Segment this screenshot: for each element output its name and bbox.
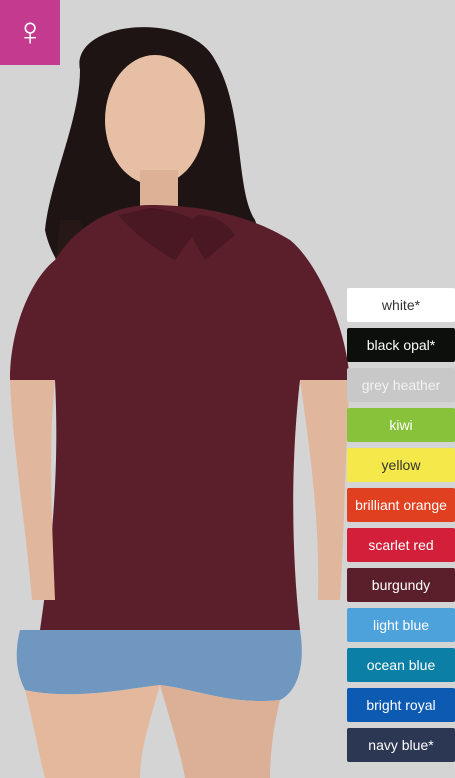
color-swatch[interactable]: navy blue* [347,728,455,762]
color-swatch[interactable]: white* [347,288,455,322]
female-symbol-icon: ♀ [0,0,60,65]
color-swatch[interactable]: grey heather [347,368,455,402]
color-swatch[interactable]: ocean blue [347,648,455,682]
color-swatch[interactable]: brilliant orange [347,488,455,522]
color-swatch[interactable]: black opal* [347,328,455,362]
color-swatch[interactable]: burgundy [347,568,455,602]
color-swatch[interactable]: light blue [347,608,455,642]
color-swatch[interactable]: yellow [347,448,455,482]
color-swatch-list: white* black opal* grey heather kiwi yellow b… [347,288,455,768]
product-canvas: ♀ white* black opal* grey heather kiwi yello… [0,0,455,778]
color-swatch[interactable]: bright royal [347,688,455,722]
color-swatch[interactable]: kiwi [347,408,455,442]
color-swatch[interactable]: scarlet red [347,528,455,562]
